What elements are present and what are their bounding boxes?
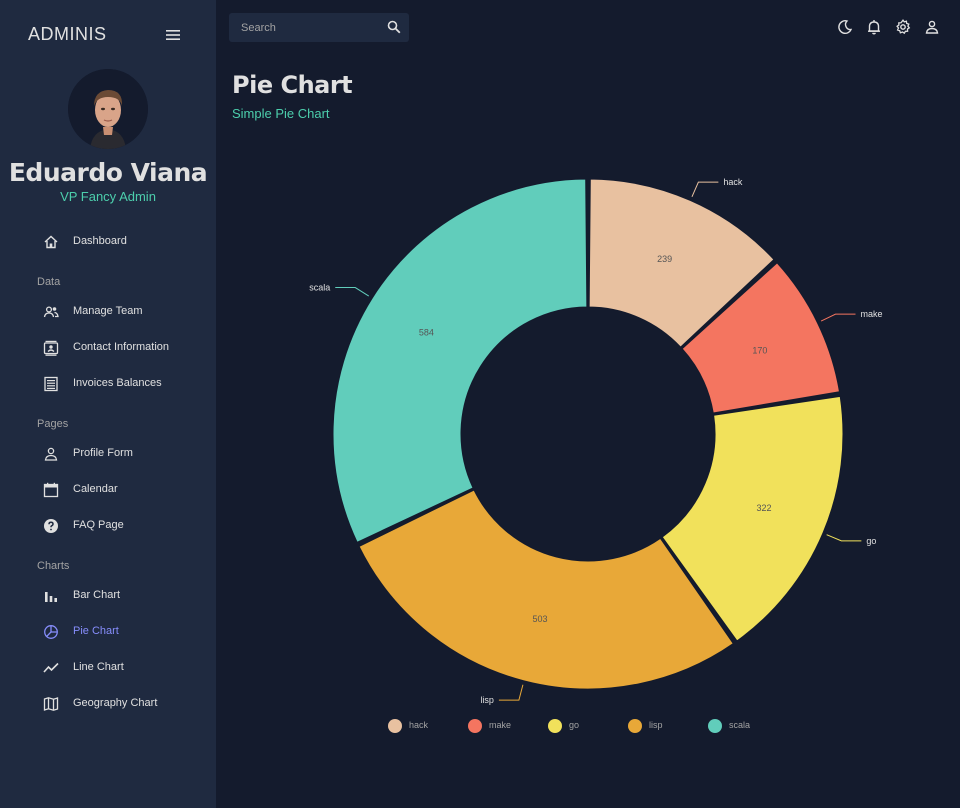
sidebar-item-label: Profile Form bbox=[73, 447, 133, 459]
sidebar-item-bar-chart[interactable]: Bar Chart bbox=[0, 581, 216, 611]
pie-chart: 239 hack 170 make 322 go 503 lisp 584 scala bbox=[309, 177, 883, 705]
notifications-icon[interactable] bbox=[866, 19, 882, 35]
slice-value-label: 170 bbox=[752, 346, 767, 356]
help-icon bbox=[43, 518, 59, 534]
legend-swatch bbox=[628, 719, 642, 733]
settings-icon[interactable] bbox=[895, 19, 911, 35]
legend-swatch bbox=[388, 719, 402, 733]
profile-name: Eduardo Viana bbox=[8, 158, 208, 187]
slice-link-line bbox=[826, 534, 862, 542]
legend-item-lisp[interactable]: lisp bbox=[628, 718, 698, 734]
sidebar-item-profile-form[interactable]: Profile Form bbox=[0, 439, 216, 469]
section-title-pages: Pages bbox=[37, 418, 69, 430]
page-title: Pie Chart bbox=[232, 71, 353, 99]
pie-slice-scala[interactable] bbox=[332, 178, 588, 543]
sidebar-item-label: Geography Chart bbox=[73, 697, 158, 709]
bar-chart-icon bbox=[43, 588, 59, 604]
avatar bbox=[68, 69, 148, 149]
sidebar-item-manage-team[interactable]: Manage Team bbox=[0, 297, 216, 327]
map-icon bbox=[43, 696, 59, 712]
sidebar-item-label: Manage Team bbox=[73, 305, 143, 317]
sidebar-item-contact-information[interactable]: Contact Information bbox=[0, 333, 216, 363]
sidebar-item-label: Contact Information bbox=[73, 341, 169, 353]
legend-label: scala bbox=[729, 720, 751, 730]
sidebar-item-line-chart[interactable]: Line Chart bbox=[0, 653, 216, 683]
pie-slice-lisp[interactable] bbox=[358, 489, 734, 690]
search-icon[interactable] bbox=[387, 20, 401, 34]
sidebar-item-label: Invoices Balances bbox=[73, 377, 162, 389]
legend-item-hack[interactable]: hack bbox=[388, 718, 458, 734]
slice-link-line bbox=[691, 181, 719, 197]
legend-label: hack bbox=[409, 720, 429, 730]
legend-label: go bbox=[569, 720, 580, 730]
profile-role: VP Fancy Admin bbox=[60, 189, 156, 204]
legend-label: lisp bbox=[649, 720, 663, 730]
slice-category-label: scala bbox=[309, 283, 330, 293]
sidebar-item-label: Pie Chart bbox=[73, 625, 119, 637]
brand-title: ADMINIS bbox=[28, 24, 107, 44]
sidebar-item-faq-page[interactable]: FAQ Page bbox=[0, 511, 216, 541]
dark-mode-icon[interactable] bbox=[837, 19, 853, 35]
slice-value-label: 239 bbox=[657, 254, 672, 264]
legend-item-make[interactable]: make bbox=[468, 718, 538, 734]
slice-link-line bbox=[335, 287, 370, 297]
legend-item-go[interactable]: go bbox=[548, 718, 618, 734]
sidebar-item-invoices-balances[interactable]: Invoices Balances bbox=[0, 369, 216, 399]
slice-link-line bbox=[498, 684, 524, 701]
pie-chart-icon bbox=[43, 624, 59, 640]
menu-icon[interactable] bbox=[164, 26, 182, 44]
legend-swatch bbox=[468, 719, 482, 733]
sidebar-item-pie-chart[interactable]: Pie Chart bbox=[0, 617, 216, 647]
calendar-icon bbox=[43, 482, 59, 498]
section-title-charts: Charts bbox=[37, 560, 70, 572]
sidebar-item-label: FAQ Page bbox=[73, 519, 124, 531]
slice-link-line bbox=[820, 313, 856, 322]
person-icon bbox=[43, 446, 59, 462]
team-icon bbox=[43, 304, 59, 320]
user-icon[interactable] bbox=[924, 19, 940, 35]
page-subtitle: Simple Pie Chart bbox=[232, 106, 330, 121]
search-input[interactable] bbox=[229, 13, 379, 42]
sidebar-item-geography-chart[interactable]: Geography Chart bbox=[0, 689, 216, 719]
slice-value-label: 503 bbox=[532, 614, 547, 624]
sidebar: ADMINIS Eduardo Viana VP Fancy Admin Das… bbox=[0, 0, 216, 808]
sidebar-item-dashboard[interactable]: Dashboard bbox=[0, 227, 216, 257]
slice-category-label: make bbox=[861, 309, 883, 319]
sidebar-item-label: Calendar bbox=[73, 483, 118, 495]
slice-category-label: go bbox=[866, 536, 876, 546]
legend-label: make bbox=[489, 720, 512, 730]
slice-category-label: lisp bbox=[480, 695, 494, 705]
line-chart-icon bbox=[43, 660, 59, 676]
section-title-data: Data bbox=[37, 276, 61, 288]
slice-value-label: 322 bbox=[756, 503, 771, 513]
sidebar-item-label: Bar Chart bbox=[73, 589, 121, 601]
sidebar-item-label: Dashboard bbox=[73, 235, 127, 247]
sidebar-item-label: Line Chart bbox=[73, 661, 124, 673]
home-icon bbox=[43, 234, 59, 250]
receipt-icon bbox=[43, 376, 59, 392]
sidebar-item-calendar[interactable]: Calendar bbox=[0, 475, 216, 505]
search-bar bbox=[229, 13, 409, 42]
legend-item-scala[interactable]: scala bbox=[708, 718, 778, 734]
contacts-icon bbox=[43, 340, 59, 356]
legend-swatch bbox=[548, 719, 562, 733]
legend-swatch bbox=[708, 719, 722, 733]
slice-category-label: hack bbox=[723, 177, 743, 187]
slice-value-label: 584 bbox=[419, 327, 434, 337]
